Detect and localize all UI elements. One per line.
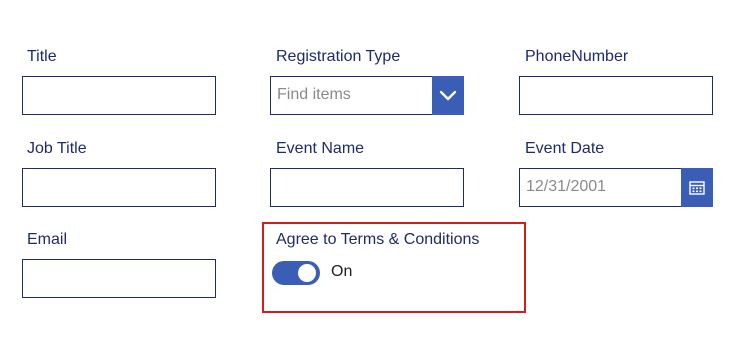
- agree-terms-state-label: On: [331, 263, 353, 280]
- event-name-input[interactable]: [271, 169, 463, 206]
- event-name-label: Event Name: [276, 140, 365, 157]
- email-input[interactable]: [23, 260, 215, 297]
- calendar-icon: [689, 180, 705, 195]
- agree-terms-label: Agree to Terms & Conditions: [276, 231, 480, 248]
- event-date-calendar-button[interactable]: [681, 168, 713, 207]
- chevron-down-icon: [439, 90, 457, 100]
- event-name-field[interactable]: [270, 168, 464, 207]
- event-date-label: Event Date: [525, 140, 605, 157]
- job-title-input[interactable]: [23, 169, 215, 206]
- event-date-value[interactable]: 12/31/2001: [526, 178, 606, 196]
- email-field[interactable]: [22, 259, 216, 298]
- event-date-picker[interactable]: 12/31/2001: [519, 168, 713, 207]
- toggle-knob: [298, 264, 316, 282]
- agree-terms-toggle[interactable]: [272, 261, 320, 285]
- registration-type-label: Registration Type: [276, 48, 401, 65]
- job-title-field[interactable]: [22, 168, 216, 207]
- job-title-label: Job Title: [27, 140, 87, 157]
- registration-type-expand-button[interactable]: [432, 76, 464, 115]
- registration-type-placeholder: Find items: [277, 86, 351, 103]
- phone-number-field[interactable]: [519, 76, 713, 115]
- title-input[interactable]: [23, 77, 215, 114]
- title-field[interactable]: [22, 76, 216, 115]
- registration-type-dropdown[interactable]: Find items: [270, 76, 464, 115]
- phone-number-label: PhoneNumber: [525, 48, 629, 65]
- email-label: Email: [27, 231, 68, 248]
- title-label: Title: [27, 48, 57, 65]
- phone-number-input[interactable]: [520, 77, 712, 114]
